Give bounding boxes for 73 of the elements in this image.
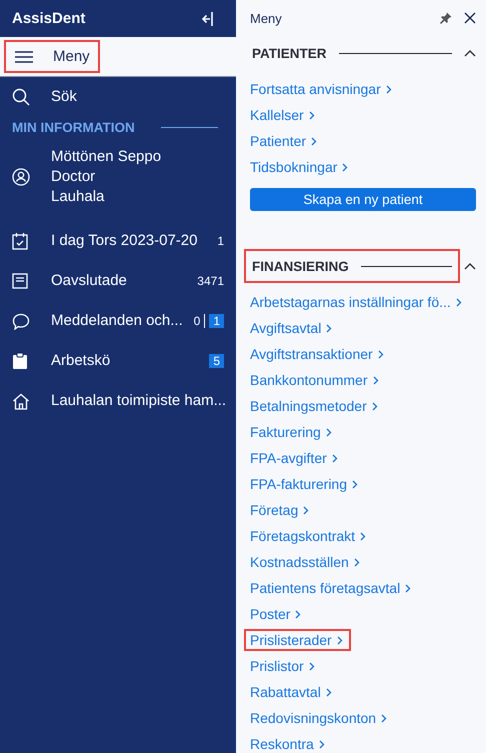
chevron-right-icon <box>336 636 343 644</box>
sidebar-item[interactable]: I dag Tors 2023-07-20 1 <box>0 221 236 261</box>
menu-link[interactable]: Avgiftsavtal <box>244 317 340 339</box>
menu-link[interactable]: Företag <box>244 499 318 521</box>
menu-link[interactable]: Kostnadsställen <box>244 551 368 573</box>
menu-link[interactable]: Reskontra <box>244 733 333 753</box>
menu-link[interactable]: Kallelser <box>244 104 323 126</box>
chevron-right-icon <box>360 532 366 540</box>
menu-link[interactable]: Redovisningskonton <box>244 707 396 729</box>
menu-link[interactable]: Tidsbokningar <box>244 156 356 178</box>
menu-link[interactable]: FPA-fakturering <box>244 473 366 495</box>
calendar-icon <box>12 232 28 250</box>
chevron-right-icon <box>308 110 315 120</box>
chevron-right-icon <box>342 162 348 172</box>
chevron-right-icon <box>378 350 384 358</box>
sidebar-item[interactable]: Arbetskö 5 <box>0 341 236 381</box>
chevron-right-icon <box>381 714 388 722</box>
app-logo-text: AssisDent <box>12 10 86 27</box>
count-badge: 1 <box>209 314 224 328</box>
search-icon <box>12 88 30 106</box>
sidebar-item[interactable]: Möttönen Seppo Doctor Lauhala <box>0 135 236 221</box>
menu-icon <box>15 50 33 62</box>
chevron-right-icon <box>303 506 310 514</box>
chevron-right-icon <box>308 662 315 670</box>
close-icon[interactable] <box>464 12 476 24</box>
chevron-right-icon <box>318 740 325 748</box>
section-heading: FINANSIERING <box>252 258 349 274</box>
chevron-right-icon <box>372 402 378 410</box>
section-heading: PATIENTER <box>252 46 327 60</box>
sidebar-item[interactable]: Meddelanden och... 0 1 <box>0 301 236 341</box>
panel-title: Meny <box>250 10 283 26</box>
document-icon <box>12 273 28 289</box>
section-heading: MIN INFORMATION <box>12 120 135 135</box>
sidebar-item[interactable]: Lauhalan toimipiste ham... <box>0 381 236 421</box>
clipboard-icon <box>12 352 28 370</box>
chat-icon <box>12 312 30 330</box>
chevron-right-icon <box>352 480 358 488</box>
chevron-right-icon <box>456 298 462 306</box>
chevron-right-icon <box>311 136 318 146</box>
chevron-right-icon <box>372 376 379 384</box>
menu-link[interactable]: Prislistor <box>244 655 323 677</box>
menu-link[interactable]: FPA-avgifter <box>244 447 346 469</box>
pin-icon[interactable] <box>440 12 452 24</box>
menu-link[interactable]: Avgiftstransaktioner <box>244 343 392 365</box>
menu-item[interactable]: Meny <box>4 40 100 73</box>
sidebar-item[interactable]: Oavslutade 3471 <box>0 261 236 301</box>
chevron-right-icon <box>326 428 332 436</box>
chevron-right-icon <box>332 454 338 462</box>
chevron-right-icon <box>326 324 332 332</box>
collapse-icon[interactable] <box>202 10 214 26</box>
menu-link[interactable]: Rabattavtal <box>244 681 340 703</box>
create-patient-button[interactable]: Skapa en ny patient <box>250 188 476 211</box>
count-badge: 5 <box>209 354 224 368</box>
user-icon <box>12 168 30 186</box>
collapse-chevron-icon[interactable] <box>464 49 476 57</box>
home-icon <box>12 392 30 410</box>
chevron-right-icon <box>405 584 412 592</box>
menu-link[interactable]: Patienter <box>244 130 326 152</box>
chevron-right-icon <box>386 84 392 94</box>
menu-link[interactable]: Bankkontonummer <box>244 369 387 391</box>
menu-link[interactable]: Företagskontrakt <box>244 525 374 547</box>
chevron-right-icon <box>354 558 360 566</box>
chevron-right-icon <box>295 610 302 618</box>
menu-link[interactable]: Patientens företagsavtal <box>244 577 420 599</box>
search-item[interactable]: Sök <box>0 77 236 116</box>
menu-link[interactable]: Poster <box>244 603 310 625</box>
chevron-right-icon <box>326 688 332 696</box>
menu-link[interactable]: Prislisterader <box>244 629 351 651</box>
collapse-chevron-icon[interactable] <box>464 262 476 270</box>
menu-link[interactable]: Fakturering <box>244 421 340 443</box>
menu-link[interactable]: Fortsatta anvisningar <box>244 78 400 100</box>
menu-link[interactable]: Betalningsmetoder <box>244 395 386 417</box>
menu-link[interactable]: Arbetstagarnas inställningar fö... <box>244 291 470 313</box>
